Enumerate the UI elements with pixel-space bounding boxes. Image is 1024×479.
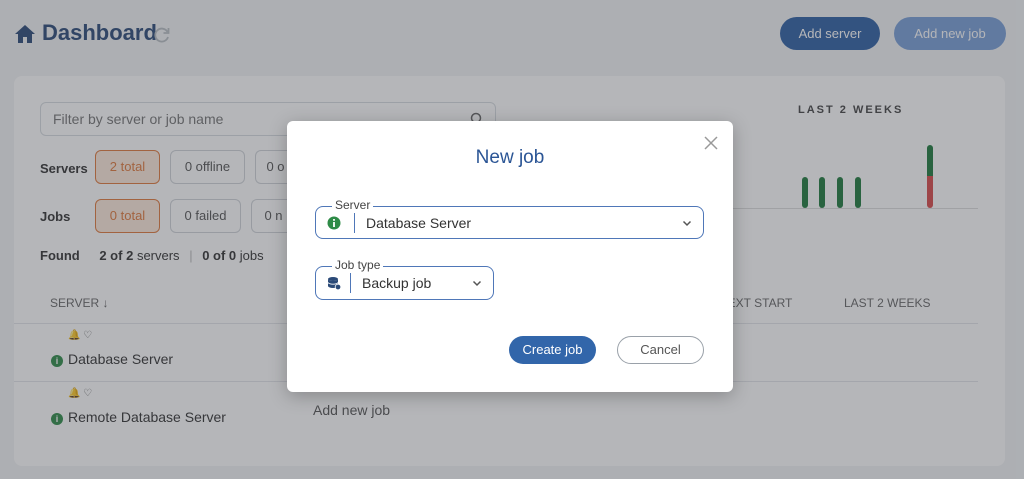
job-type-select[interactable]: Job type Backup job xyxy=(315,258,494,300)
database-backup-icon xyxy=(327,277,341,290)
server-select-value: Database Server xyxy=(366,215,472,231)
create-job-button[interactable]: Create job xyxy=(509,336,596,364)
chevron-down-icon xyxy=(682,220,692,227)
info-icon xyxy=(327,216,341,230)
job-type-select-divider xyxy=(350,273,351,293)
cancel-button[interactable]: Cancel xyxy=(617,336,704,364)
server-select-divider xyxy=(354,213,355,233)
server-select-label: Server xyxy=(332,198,374,212)
job-type-select-label: Job type xyxy=(332,258,384,272)
server-select[interactable]: Server Database Server xyxy=(315,198,704,239)
job-type-select-value: Backup job xyxy=(362,275,432,291)
chevron-down-icon xyxy=(472,280,482,287)
modal-title: New job xyxy=(475,147,545,168)
new-job-modal: New job Server Database Server Job type … xyxy=(287,121,733,392)
close-icon[interactable] xyxy=(702,134,720,152)
